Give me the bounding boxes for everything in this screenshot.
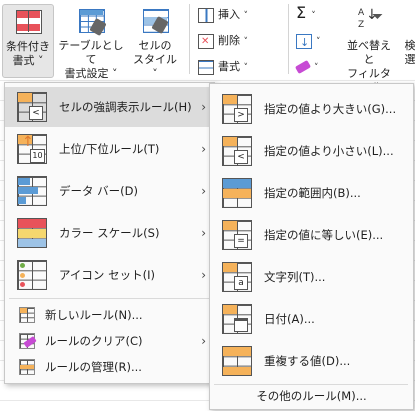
chevron-down-icon: ˅ [316, 37, 321, 47]
menu-separator [9, 298, 209, 299]
submenu-item-label: 重複する値(D)... [264, 354, 351, 368]
data-bars-icon [17, 176, 47, 206]
chevron-down-icon: ˅ [311, 11, 316, 21]
format-icon [198, 59, 214, 75]
ribbon: 条件付き 書式 ˅ テーブルとして 書式設定 ˅ セルの スタイル ˅ 挿入 ˅… [0, 0, 415, 94]
menu-item-color-scales[interactable]: カラー スケール(S) › [5, 213, 214, 253]
fill-button[interactable]: ↓ ˅ [296, 32, 321, 50]
icon-sets-icon [17, 260, 47, 290]
greater-than-icon: > [222, 94, 252, 124]
chevron-down-icon: ˅ [243, 37, 249, 47]
color-scales-icon [17, 218, 47, 248]
conditional-formatting-menu: < セルの強調表示ルール(H) › ↑ 10 上位/下位ルール(T) › データ… [4, 82, 215, 384]
equal-to-icon: = [222, 220, 252, 250]
chevron-right-icon: › [201, 184, 206, 198]
text-contains-icon: a [222, 262, 252, 292]
menu-separator [214, 384, 408, 385]
menu-item-data-bars[interactable]: データ バー(D) › [5, 171, 214, 211]
find-select-label-2: 選 [404, 53, 415, 66]
autosum-icon: Σ [296, 3, 307, 22]
insert-button[interactable]: 挿入 ˅ [198, 6, 248, 24]
submenu-item-label: 指定の値に等しい(E)... [264, 228, 384, 242]
submenu-item-label: 指定の範囲内(B)... [264, 186, 361, 200]
between-icon [222, 178, 252, 208]
delete-icon: ✕ [198, 33, 214, 49]
autosum-button[interactable]: Σ ˅ [296, 4, 316, 22]
menu-item-clear-rules[interactable]: ルールのクリア(C) › [5, 329, 214, 353]
sort-filter-label-1: 並べ替えと [347, 39, 391, 66]
menu-item-label: カラー スケール(S) [59, 226, 160, 240]
chevron-right-icon: › [201, 268, 206, 282]
submenu-item-more-rules[interactable]: その他のルール(M)... [210, 386, 413, 406]
find-icon [403, 6, 415, 36]
manage-rules-icon [19, 359, 35, 375]
format-as-table-label-1: テーブルとして [58, 39, 124, 66]
highlight-cells-icon: < [17, 92, 47, 122]
cell-styles-icon [140, 6, 170, 36]
new-rule-icon [19, 307, 35, 323]
less-than-icon: < [222, 136, 252, 166]
submenu-item-label: その他のルール(M)... [256, 389, 367, 403]
menu-item-manage-rules[interactable]: ルールの管理(R)... [5, 355, 214, 379]
menu-item-label: データ バー(D) [59, 184, 138, 198]
menu-item-label: アイコン セット(I) [59, 268, 155, 282]
cell-styles-label-1: セルの [138, 39, 172, 52]
format-label: 書式 [218, 60, 240, 73]
conditional-formatting-label-1: 条件付き [6, 40, 50, 53]
insert-label: 挿入 [218, 8, 240, 21]
submenu-item-less-than[interactable]: < 指定の値より小さい(L)... [210, 131, 413, 171]
submenu-item-text-contains[interactable]: a 文字列(T)... [210, 257, 413, 297]
chevron-down-icon: ˅ [314, 63, 319, 73]
chevron-down-icon: ˅ [243, 63, 249, 73]
chevron-right-icon: › [201, 226, 206, 240]
ribbon-divider [189, 4, 190, 74]
menu-item-label: 上位/下位ルール(T) [59, 142, 160, 156]
submenu-item-between[interactable]: 指定の範囲内(B)... [210, 173, 413, 213]
chevron-right-icon: › [201, 334, 206, 348]
submenu-item-equal-to[interactable]: = 指定の値に等しい(E)... [210, 215, 413, 255]
fill-down-icon: ↓ [296, 33, 312, 49]
menu-item-highlight-cells-rules[interactable]: < セルの強調表示ルール(H) › [5, 87, 214, 127]
submenu-item-label: 指定の値より小さい(L)... [264, 144, 394, 158]
find-select-label-1: 検 [404, 39, 415, 52]
submenu-item-label: 指定の値より大きい(G)... [264, 102, 397, 116]
find-select-button[interactable]: 検 選 [402, 4, 415, 67]
duplicate-values-icon [222, 346, 252, 376]
clear-rules-icon [19, 333, 37, 349]
submenu-item-label: 日付(A)... [264, 312, 315, 326]
eraser-icon [294, 60, 312, 74]
menu-item-top-bottom-rules[interactable]: ↑ 10 上位/下位ルール(T) › [5, 129, 214, 169]
menu-item-icon-sets[interactable]: アイコン セット(I) › [5, 255, 214, 295]
sort-filter-icon: A Z ↓ ⏷ [358, 7, 384, 30]
menu-item-label: ルールの管理(R)... [45, 360, 142, 374]
chevron-right-icon: › [201, 142, 206, 156]
clear-button[interactable]: ˅ [294, 58, 319, 76]
conditional-formatting-icon [13, 7, 43, 37]
menu-item-new-rule[interactable]: 新しいルール(N)... [5, 303, 214, 327]
menu-item-label: 新しいルール(N)... [45, 308, 143, 322]
submenu-item-duplicate-values[interactable]: 重複する値(D)... [210, 341, 413, 381]
top-bottom-icon: ↑ 10 [17, 134, 47, 164]
submenu-item-label: 文字列(T)... [264, 270, 326, 284]
chevron-right-icon: › [201, 100, 206, 114]
cell-styles-button[interactable]: セルの スタイル ˅ [130, 4, 180, 81]
format-as-table-button[interactable]: テーブルとして 書式設定 ˅ [56, 4, 126, 81]
conditional-formatting-button[interactable]: 条件付き 書式 ˅ [2, 4, 54, 78]
ribbon-divider [288, 4, 289, 74]
format-as-table-icon [76, 6, 107, 37]
conditional-formatting-label-2: 書式 ˅ [12, 54, 44, 67]
format-as-table-label-2: 書式設定 ˅ [64, 67, 118, 80]
chevron-down-icon: ˅ [243, 11, 249, 21]
submenu-item-greater-than[interactable]: > 指定の値より大きい(G)... [210, 89, 413, 129]
cell-styles-label-2: スタイル ˅ [133, 53, 177, 80]
delete-button[interactable]: ✕ 削除 ˅ [198, 32, 248, 50]
format-button[interactable]: 書式 ˅ [198, 58, 248, 76]
insert-icon [198, 7, 214, 23]
menu-item-label: セルの強調表示ルール(H) [59, 100, 192, 114]
delete-label: 削除 [218, 34, 240, 47]
highlight-cells-submenu: > 指定の値より大きい(G)... < 指定の値より小さい(L)... 指定の範… [209, 83, 414, 410]
submenu-item-date-occurring[interactable]: 日付(A)... [210, 299, 413, 339]
menu-item-label: ルールのクリア(C) [45, 334, 143, 348]
date-occurring-icon [222, 304, 252, 334]
